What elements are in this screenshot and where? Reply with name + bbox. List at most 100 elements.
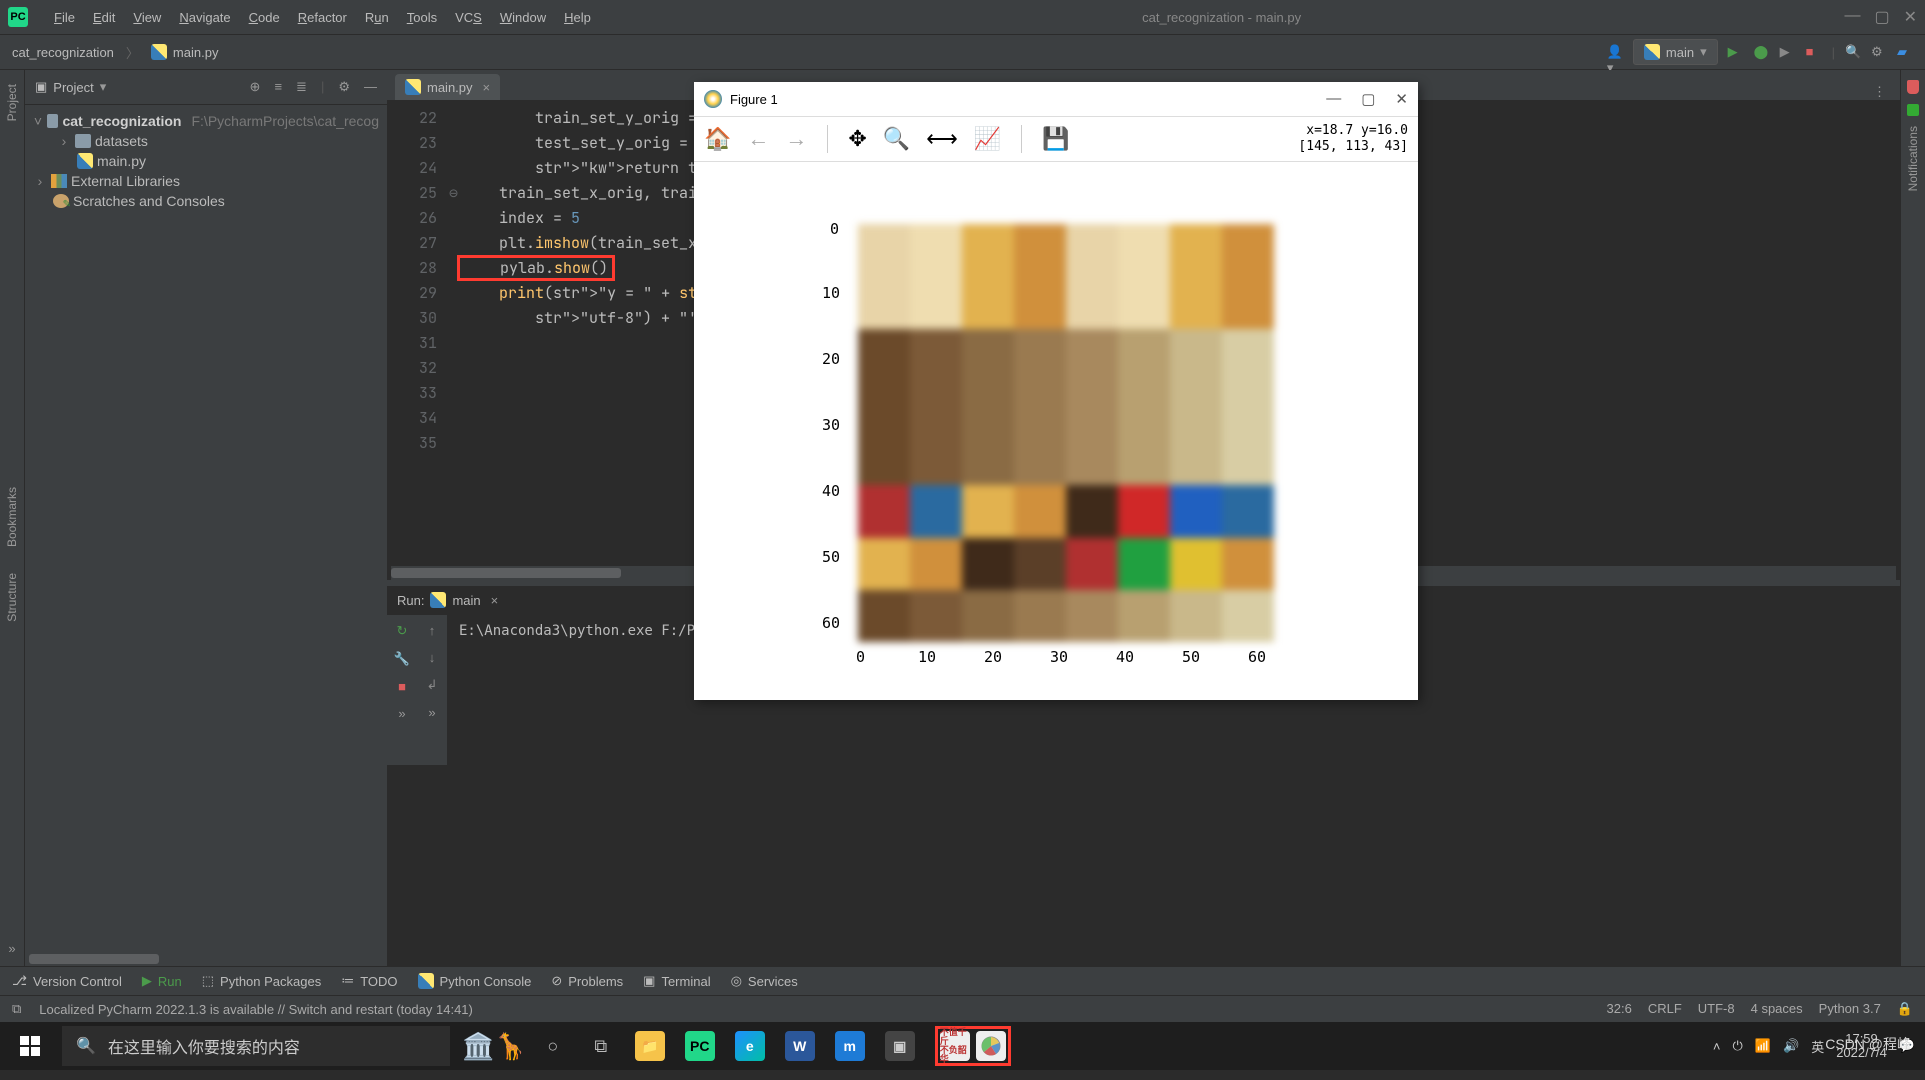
run-config-selector[interactable]: main ▾ xyxy=(1633,39,1718,65)
expand-icon[interactable]: › xyxy=(33,173,47,189)
user-icon[interactable]: 👤▾ xyxy=(1607,44,1623,60)
sidebar-tab-structure[interactable]: Structure xyxy=(5,569,19,626)
stop-icon[interactable]: ■ xyxy=(1806,44,1822,60)
tool-services[interactable]: ◎Services xyxy=(731,973,798,989)
menu-help[interactable]: Help xyxy=(556,6,599,29)
menu-tools[interactable]: Tools xyxy=(399,6,445,29)
expand-all-icon[interactable]: ≡ xyxy=(274,79,282,95)
coverage-icon[interactable]: ▶ xyxy=(1780,44,1796,60)
run-icon[interactable]: ▶ xyxy=(1728,44,1744,60)
more-icon[interactable]: » xyxy=(428,705,435,720)
locate-icon[interactable]: ⊕ xyxy=(250,79,261,95)
tool-python-console[interactable]: Python Console xyxy=(418,973,532,989)
close-icon[interactable]: ✕ xyxy=(1395,90,1408,108)
minimize-icon[interactable]: — xyxy=(1326,90,1341,108)
app-icon[interactable]: m xyxy=(835,1031,865,1061)
axes-options-icon[interactable]: 📈 xyxy=(974,126,1001,152)
menu-code[interactable]: Code xyxy=(241,6,288,29)
tree-item-scratches[interactable]: Scratches and Consoles xyxy=(25,191,387,211)
word-icon[interactable]: W xyxy=(785,1031,815,1061)
expand-icon[interactable]: › xyxy=(57,133,71,149)
menu-navigate[interactable]: Navigate xyxy=(171,6,238,29)
edge-icon[interactable]: e xyxy=(735,1031,765,1061)
project-panel-title[interactable]: Project xyxy=(53,80,93,95)
menu-view[interactable]: View xyxy=(125,6,169,29)
tab-overflow-icon[interactable]: ⋮ xyxy=(1867,84,1892,100)
notifications-icon[interactable] xyxy=(1907,80,1919,94)
soft-wrap-icon[interactable]: ↲ xyxy=(427,677,438,693)
forward-icon[interactable]: → xyxy=(785,126,807,152)
start-button[interactable] xyxy=(10,1026,50,1066)
menu-vcs[interactable]: VCS xyxy=(447,6,490,29)
stop-icon[interactable]: ■ xyxy=(398,679,406,694)
menu-refactor[interactable]: Refactor xyxy=(290,6,355,29)
menu-window[interactable]: Window xyxy=(492,6,554,29)
project-hscrollbar[interactable] xyxy=(29,952,383,966)
menu-file[interactable]: File xyxy=(46,6,83,29)
tray-expand-icon[interactable]: ˄ xyxy=(1713,1039,1721,1054)
back-icon[interactable]: ← xyxy=(747,126,769,152)
tree-item-main-py[interactable]: main.py xyxy=(25,151,387,171)
tree-item-datasets[interactable]: › datasets xyxy=(25,131,387,151)
taskbar-search[interactable]: 🔍 在这里输入你要搜索的内容 xyxy=(62,1026,450,1066)
tree-root[interactable]: ˅ cat_recognization F:\PycharmProjects\c… xyxy=(25,111,387,131)
figure-window[interactable]: Figure 1 — ▢ ✕ 🏠 ← → ✥ 🔍 ⟷ 📈 💾 x=18.7 y=… xyxy=(694,82,1418,700)
status-encoding[interactable]: UTF-8 xyxy=(1698,1001,1735,1017)
task-view-icon[interactable]: ⧉ xyxy=(587,1032,615,1060)
plot-area[interactable]: 0 10 20 30 40 50 60 0 10 20 30 40 50 60 xyxy=(694,162,1418,702)
up-icon[interactable]: ↑ xyxy=(429,623,436,638)
close-run-tab-icon[interactable]: × xyxy=(491,593,499,608)
editor-tab-main[interactable]: main.py × xyxy=(395,74,500,100)
down-icon[interactable]: ↓ xyxy=(429,650,436,665)
close-tab-icon[interactable]: × xyxy=(483,80,491,95)
collapse-icon[interactable]: ˅ xyxy=(33,113,43,129)
minimize-icon[interactable]: — xyxy=(1844,7,1860,27)
tree-item-external-libraries[interactable]: › External Libraries xyxy=(25,171,387,191)
tool-python-packages[interactable]: ⬚Python Packages xyxy=(202,973,321,989)
maximize-icon[interactable]: ▢ xyxy=(1874,7,1889,27)
status-message[interactable]: Localized PyCharm 2022.1.3 is available … xyxy=(39,1002,473,1017)
tool-run[interactable]: ▶Run xyxy=(142,973,182,989)
collapse-all-icon[interactable]: ≣ xyxy=(296,79,307,95)
more-icon[interactable]: » xyxy=(398,706,405,721)
app-icon[interactable]: 不值千斤不负韶华 xyxy=(940,1031,970,1061)
analysis-icon[interactable] xyxy=(1907,104,1919,116)
cortana-icon[interactable]: ○ xyxy=(539,1032,567,1060)
marketplace-icon[interactable]: ▰ xyxy=(1897,44,1913,60)
search-everywhere-icon[interactable]: 🔍 xyxy=(1845,44,1861,60)
maximize-icon[interactable]: ▢ xyxy=(1361,90,1375,108)
zoom-icon[interactable]: 🔍 xyxy=(883,126,910,152)
menu-edit[interactable]: Edit xyxy=(85,6,123,29)
pycharm-taskbar-icon[interactable]: PC xyxy=(685,1031,715,1061)
tool-terminal[interactable]: ▣Terminal xyxy=(643,973,710,989)
battery-icon[interactable]: ⏻ xyxy=(1733,1038,1743,1054)
debug-icon[interactable]: ⬤ xyxy=(1754,44,1770,60)
more-icon[interactable]: » xyxy=(8,941,15,956)
sidebar-tab-project[interactable]: Project xyxy=(5,80,19,125)
lock-icon[interactable]: 🔒 xyxy=(1897,1001,1913,1017)
configure-subplots-icon[interactable]: ⟷ xyxy=(926,126,958,152)
status-interpreter[interactable]: Python 3.7 xyxy=(1819,1001,1881,1017)
pan-icon[interactable]: ✥ xyxy=(848,126,866,152)
status-caret-pos[interactable]: 32:6 xyxy=(1607,1001,1632,1017)
breadcrumb-file[interactable]: main.py xyxy=(173,45,219,60)
status-indent[interactable]: 4 spaces xyxy=(1751,1001,1803,1017)
sidebar-tab-notifications[interactable]: Notifications xyxy=(1906,122,1920,195)
wifi-icon[interactable]: 📶 xyxy=(1755,1038,1771,1054)
home-icon[interactable]: 🏠 xyxy=(704,126,731,152)
tool-todo[interactable]: ≔TODO xyxy=(341,973,397,989)
cmd-icon[interactable]: ▣ xyxy=(885,1031,915,1061)
figure-window-taskbar-icon[interactable] xyxy=(976,1031,1006,1061)
wrench-icon[interactable]: 🔧 xyxy=(394,651,410,667)
tool-version-control[interactable]: ⎇Version Control xyxy=(12,973,122,989)
figure-titlebar[interactable]: Figure 1 — ▢ ✕ xyxy=(694,82,1418,117)
breadcrumb-project[interactable]: cat_recognization xyxy=(12,45,114,60)
sidebar-tab-bookmarks[interactable]: Bookmarks xyxy=(5,483,19,551)
close-icon[interactable]: ✕ xyxy=(1904,7,1917,27)
ime-indicator[interactable]: 英 xyxy=(1811,1037,1824,1056)
save-icon[interactable]: 💾 xyxy=(1042,126,1069,152)
tool-problems[interactable]: ⊘Problems xyxy=(551,973,623,989)
tool-settings-icon[interactable]: ⚙ xyxy=(338,79,350,95)
hide-icon[interactable]: — xyxy=(364,79,377,95)
event-log-icon[interactable]: ⧉ xyxy=(12,1001,21,1017)
